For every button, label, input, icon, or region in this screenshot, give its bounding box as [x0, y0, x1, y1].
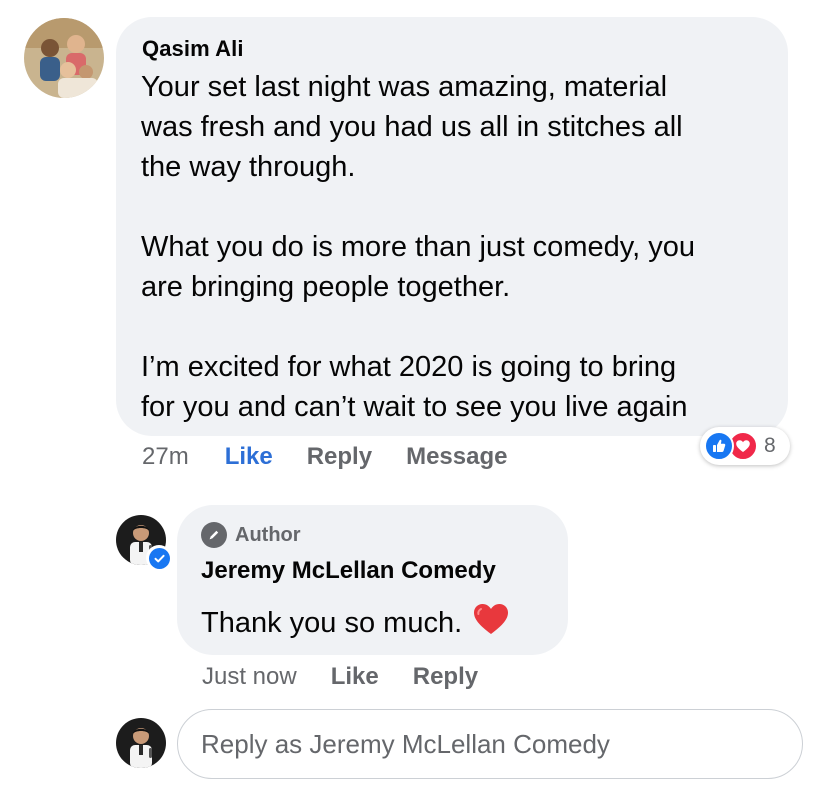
comment-text: Your set last night was amazing, materia… — [141, 71, 695, 423]
comment-like-button[interactable]: Like — [225, 443, 273, 471]
reply-composer[interactable] — [177, 709, 803, 779]
author-badge: Author — [201, 522, 301, 548]
comment-bubble: Qasim Ali Your set last night was amazin… — [116, 17, 788, 436]
reply-like-button[interactable]: Like — [331, 663, 379, 691]
pencil-icon — [201, 522, 227, 548]
reply-actions: Just now Like Reply — [202, 661, 478, 693]
heart-emoji — [472, 602, 510, 644]
like-reaction-icon — [704, 431, 734, 461]
reply-input[interactable] — [201, 724, 781, 764]
verified-badge-icon — [146, 545, 172, 571]
comment-reactions[interactable]: 8 — [700, 427, 790, 465]
comment-actions: 27m Like Reply Message — [142, 441, 507, 473]
reply-text: Thank you so much. — [201, 606, 463, 639]
commenter-avatar[interactable] — [24, 18, 104, 98]
reply-author-name[interactable]: Jeremy McLellan Comedy — [201, 557, 496, 585]
composer-avatar — [116, 718, 166, 768]
reaction-count: 8 — [764, 434, 776, 457]
reply-reply-button[interactable]: Reply — [413, 663, 478, 691]
comment-message-button[interactable]: Message — [406, 443, 507, 471]
reply-timestamp[interactable]: Just now — [202, 663, 297, 691]
author-badge-label: Author — [235, 523, 301, 546]
reply-text-row: Thank you so much. — [201, 602, 510, 644]
comment-timestamp[interactable]: 27m — [142, 443, 189, 471]
reply-bubble: Author Jeremy McLellan Comedy Thank you … — [177, 505, 568, 655]
comment-author-name[interactable]: Qasim Ali — [142, 36, 244, 62]
comment-reply-button[interactable]: Reply — [307, 443, 372, 471]
